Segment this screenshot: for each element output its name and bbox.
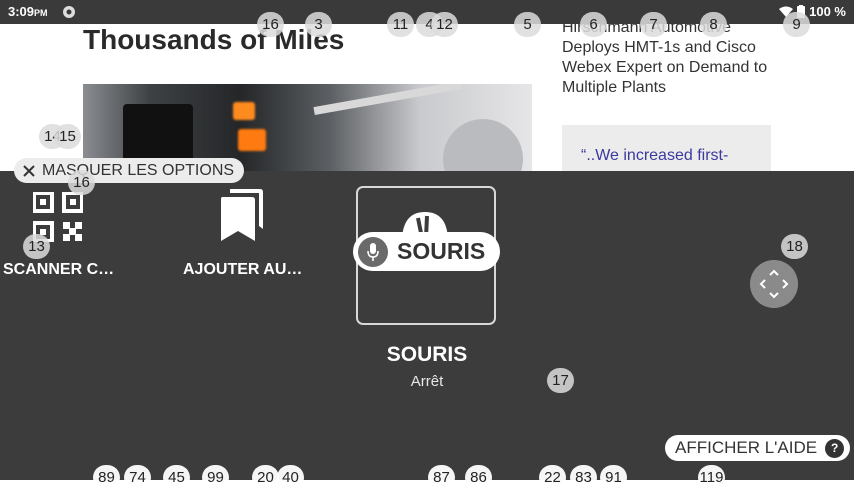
show-help-button[interactable]: AFFICHER L'AIDE ? bbox=[665, 435, 851, 461]
mode-title: SOURIS bbox=[386, 343, 468, 366]
mode-status: Arrêt bbox=[410, 373, 444, 390]
number-badge[interactable]: 6 bbox=[580, 12, 607, 37]
quote-box: “..We increased first- bbox=[562, 125, 771, 171]
battery-level: 100 % bbox=[809, 4, 846, 19]
number-badge[interactable]: 22 bbox=[539, 465, 566, 490]
bookmarks-icon[interactable] bbox=[218, 189, 264, 241]
number-badge[interactable]: 74 bbox=[124, 465, 151, 490]
number-badge[interactable]: 11 bbox=[387, 12, 414, 37]
close-icon bbox=[23, 164, 35, 177]
number-badge[interactable]: 5 bbox=[514, 12, 541, 37]
web-page[interactable]: Thousands of Miles Hirschmann Automotive… bbox=[0, 24, 854, 171]
number-badge[interactable]: 16 bbox=[257, 12, 284, 37]
tile-scan-label[interactable]: SCANNER C… bbox=[3, 261, 114, 279]
number-badge[interactable]: 119 bbox=[698, 465, 725, 490]
number-badge[interactable]: 7 bbox=[640, 12, 667, 37]
number-badge[interactable]: 9 bbox=[783, 12, 810, 37]
number-badge[interactable]: 45 bbox=[163, 465, 190, 490]
number-badge[interactable]: 8 bbox=[700, 12, 727, 37]
number-badge[interactable]: 15 bbox=[54, 124, 81, 149]
number-badge[interactable]: 3 bbox=[305, 12, 332, 37]
number-badge[interactable]: 86 bbox=[465, 465, 492, 490]
number-badge[interactable]: 17 bbox=[547, 368, 574, 393]
voice-command-text: SOURIS bbox=[397, 238, 486, 264]
settings-notification-icon bbox=[63, 6, 75, 18]
number-badge[interactable]: 87 bbox=[428, 465, 455, 490]
number-badge[interactable]: 16 bbox=[68, 170, 95, 195]
voice-command-pill: SOURIS bbox=[353, 232, 500, 271]
microphone-icon bbox=[358, 236, 388, 267]
number-badge[interactable]: 40 bbox=[277, 465, 304, 490]
number-badge[interactable]: 12 bbox=[431, 12, 458, 37]
number-badge[interactable]: 13 bbox=[23, 234, 50, 259]
number-badge[interactable]: 91 bbox=[600, 465, 627, 490]
tile-bookmark-label[interactable]: AJOUTER AU… bbox=[183, 261, 302, 279]
number-badge[interactable]: 20 bbox=[252, 465, 279, 490]
dpad-icon[interactable] bbox=[750, 260, 798, 308]
number-badge[interactable]: 83 bbox=[570, 465, 597, 490]
quote-text: “..We increased first- bbox=[581, 147, 729, 164]
number-badge[interactable]: 89 bbox=[93, 465, 120, 490]
hide-options-button[interactable]: MASQUER LES OPTIONS bbox=[14, 158, 245, 183]
number-badge[interactable]: 99 bbox=[202, 465, 229, 490]
status-time: 3:09PM bbox=[8, 4, 48, 19]
number-badge[interactable]: 18 bbox=[781, 234, 808, 259]
show-help-label: AFFICHER L'AIDE bbox=[675, 438, 818, 457]
help-icon: ? bbox=[825, 438, 845, 458]
